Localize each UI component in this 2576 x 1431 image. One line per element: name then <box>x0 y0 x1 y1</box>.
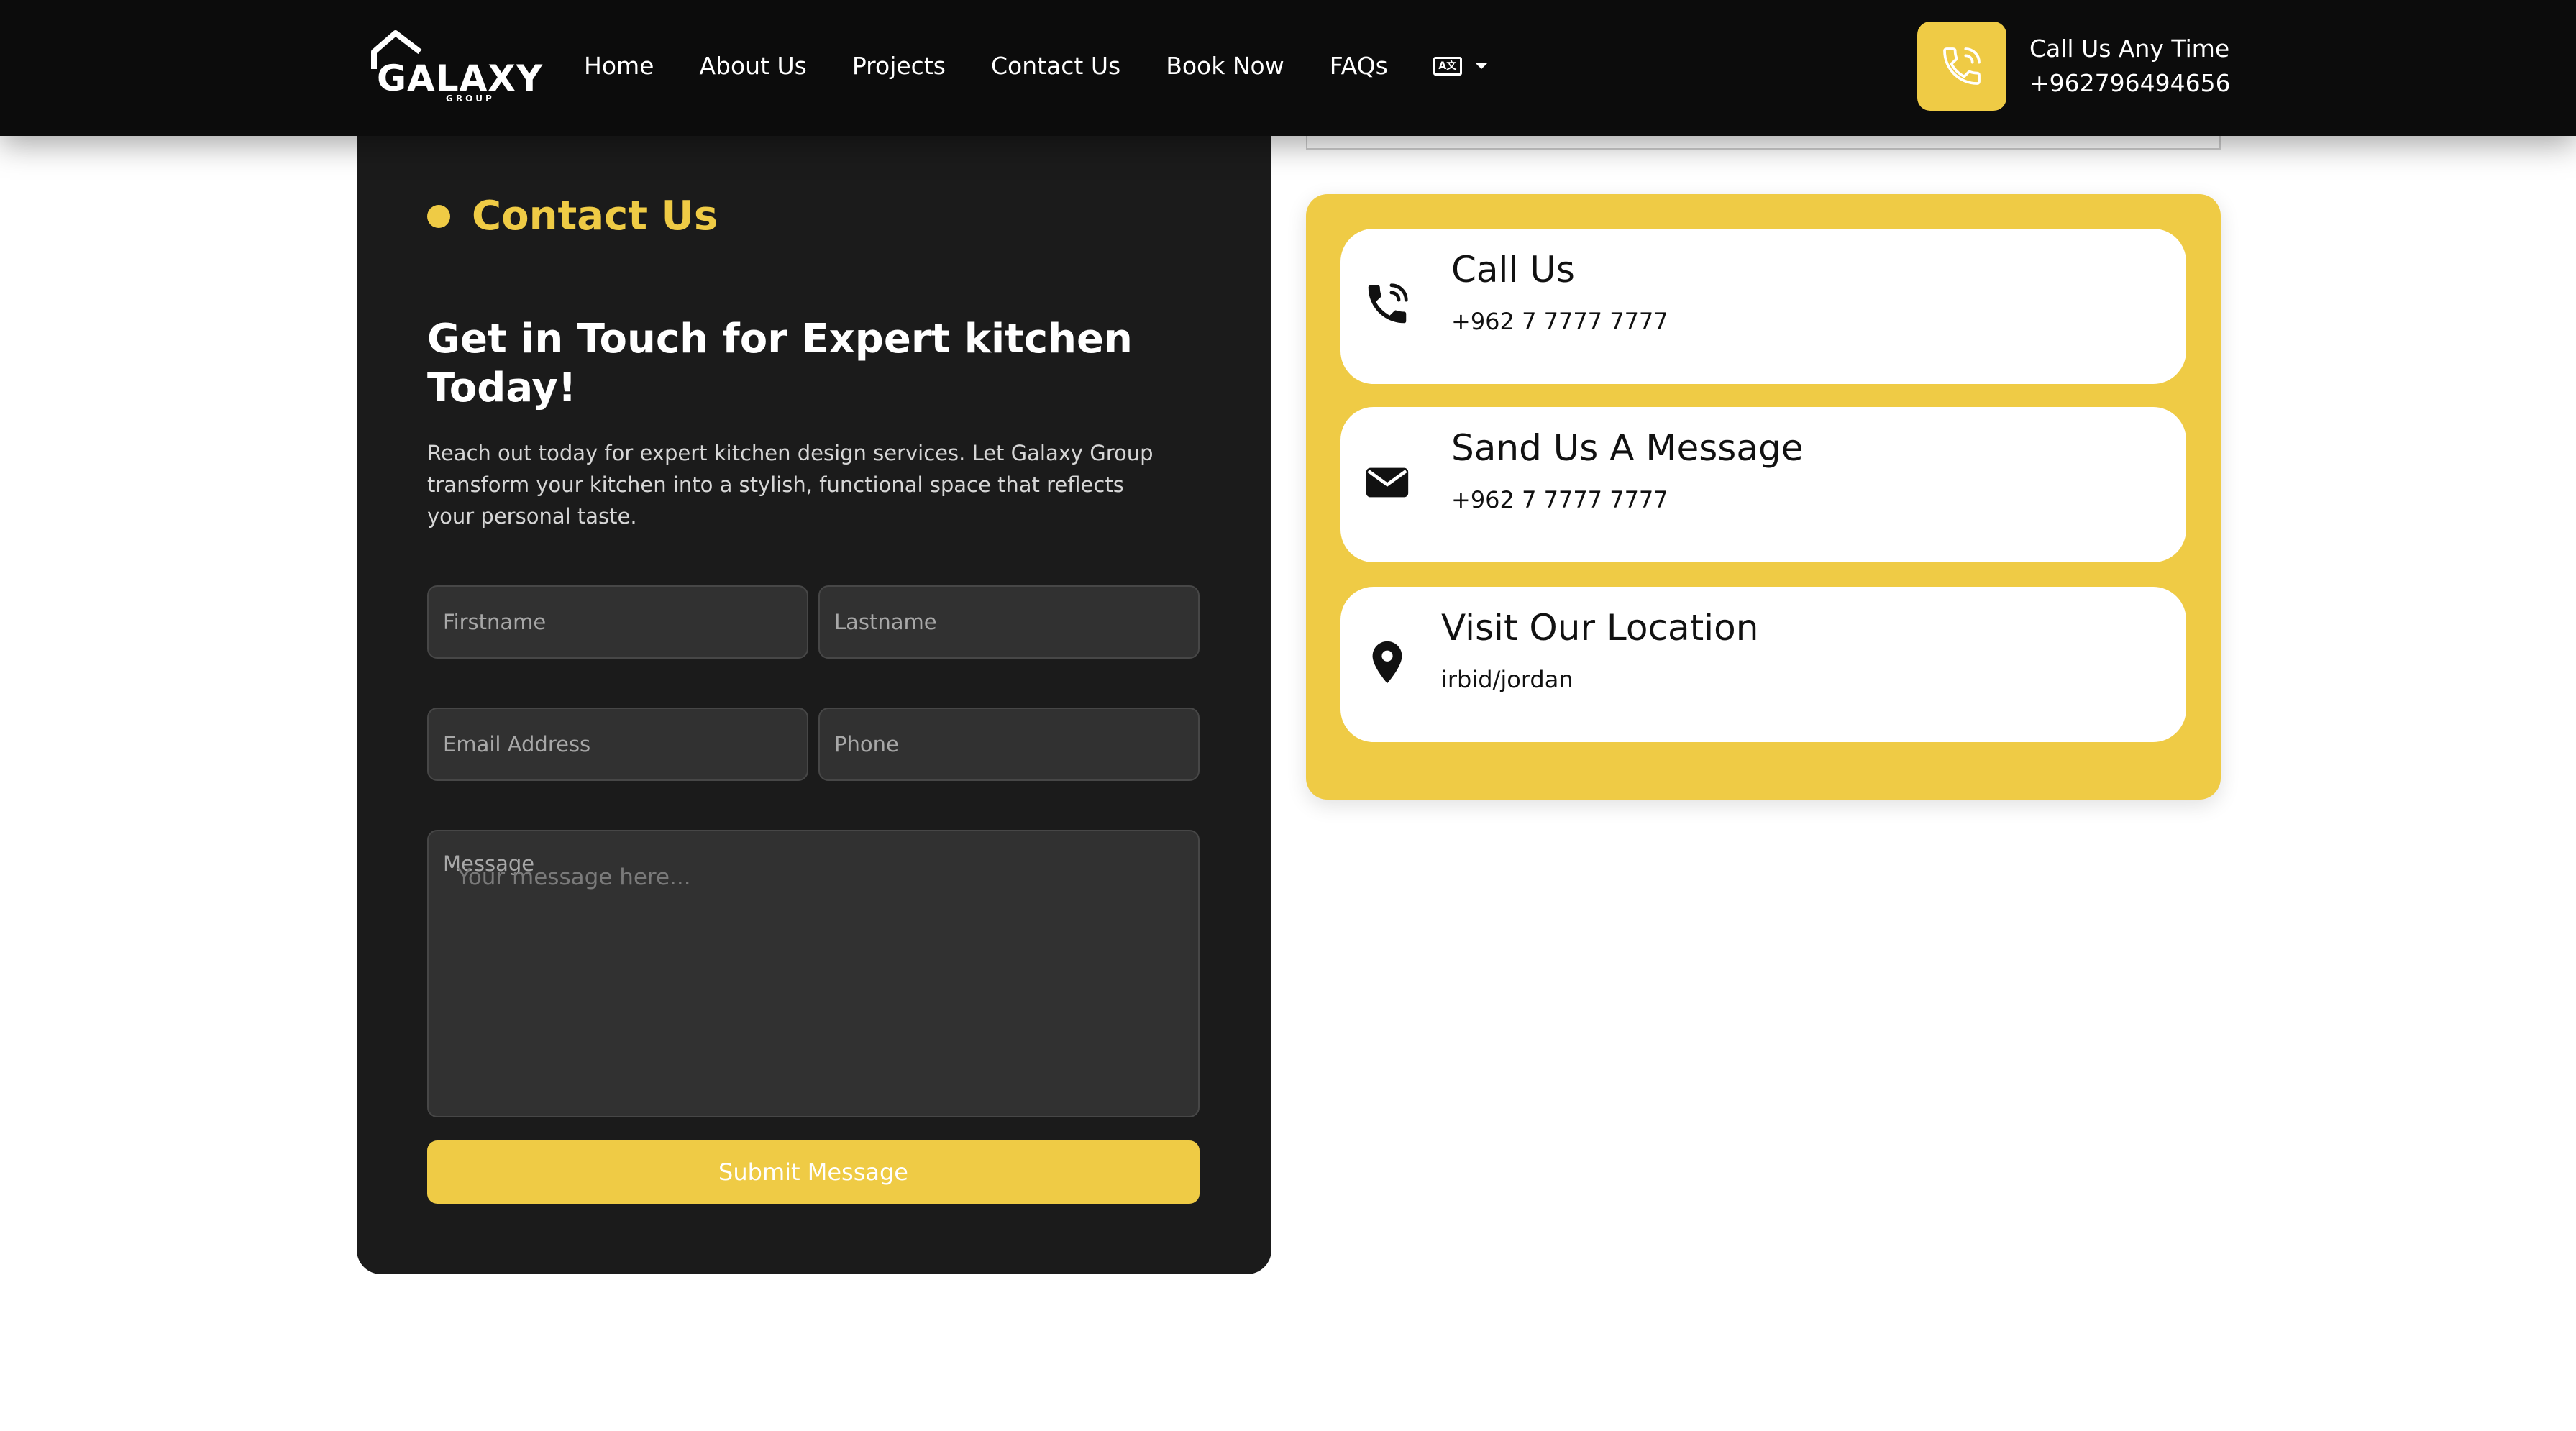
brand-logo[interactable]: GALAXY GROUP <box>368 29 544 108</box>
header-call-info: Call Us Any Time +962796494656 <box>2029 32 2231 101</box>
info-detail-message: +962 7 7777 7777 <box>1451 486 1668 513</box>
bullet-dot-icon <box>427 204 450 228</box>
contact-info-panel: Call Us +962 7 7777 7777 Sand Us A Messa… <box>1306 194 2221 800</box>
info-detail-call: +962 7 7777 7777 <box>1451 308 1668 335</box>
translate-icon: A文 <box>1433 56 1462 76</box>
info-title-call: Call Us <box>1451 249 1575 291</box>
info-detail-location: irbid/jordan <box>1441 666 1574 693</box>
submit-message-button[interactable]: Submit Message <box>427 1140 1200 1204</box>
nav-home[interactable]: Home <box>584 52 654 80</box>
header-phone-number[interactable]: +962796494656 <box>2029 66 2231 101</box>
info-card-location[interactable]: Visit Our Location irbid/jordan <box>1340 587 2186 742</box>
contact-headline: Get in Touch for Expert kitchen Today! <box>427 315 1168 413</box>
brand-name: GALAXY <box>377 58 544 99</box>
nav-contact-us[interactable]: Contact Us <box>991 52 1120 80</box>
firstname-input[interactable]: Firstname <box>427 585 808 659</box>
contact-form-card: Contact Us Get in Touch for Expert kitch… <box>357 108 1271 1274</box>
header-call-button[interactable] <box>1917 22 2006 111</box>
section-tag-text: Contact Us <box>472 193 718 239</box>
info-card-message[interactable]: Sand Us A Message +962 7 7777 7777 <box>1340 407 2186 562</box>
envelope-icon <box>1366 467 1409 498</box>
nav-projects[interactable]: Projects <box>852 52 946 80</box>
phone-icon <box>1368 283 1408 324</box>
phone-ringing-icon <box>1943 47 1981 85</box>
headline-bold: Get in Touch <box>427 316 708 362</box>
call-any-time-label: Call Us Any Time <box>2029 35 2230 63</box>
info-title-message: Sand Us A Message <box>1451 427 1804 469</box>
language-dropdown[interactable]: A文 <box>1433 56 1488 76</box>
chevron-down-icon <box>1474 63 1488 69</box>
section-tag: Contact Us <box>427 193 718 239</box>
location-pin-icon <box>1372 641 1402 684</box>
brand-sub: GROUP <box>446 93 495 104</box>
email-input[interactable]: Email Address <box>427 708 808 781</box>
phone-input[interactable]: Phone <box>818 708 1200 781</box>
nav-book-now[interactable]: Book Now <box>1166 52 1284 80</box>
info-card-call[interactable]: Call Us +962 7 7777 7777 <box>1340 229 2186 384</box>
site-header: GALAXY GROUP Home About Us Projects Cont… <box>0 0 2576 136</box>
message-textarea[interactable]: Message Your message here... <box>427 830 1200 1117</box>
main-nav: Home About Us Projects Contact Us Book N… <box>584 0 1488 132</box>
nav-faqs[interactable]: FAQs <box>1330 52 1388 80</box>
info-title-location: Visit Our Location <box>1441 607 1759 649</box>
message-placeholder: Your message here... <box>457 864 691 890</box>
contact-lead-text: Reach out today for expert kitchen desig… <box>427 441 1154 529</box>
nav-about-us[interactable]: About Us <box>699 52 806 80</box>
lastname-input[interactable]: Lastname <box>818 585 1200 659</box>
